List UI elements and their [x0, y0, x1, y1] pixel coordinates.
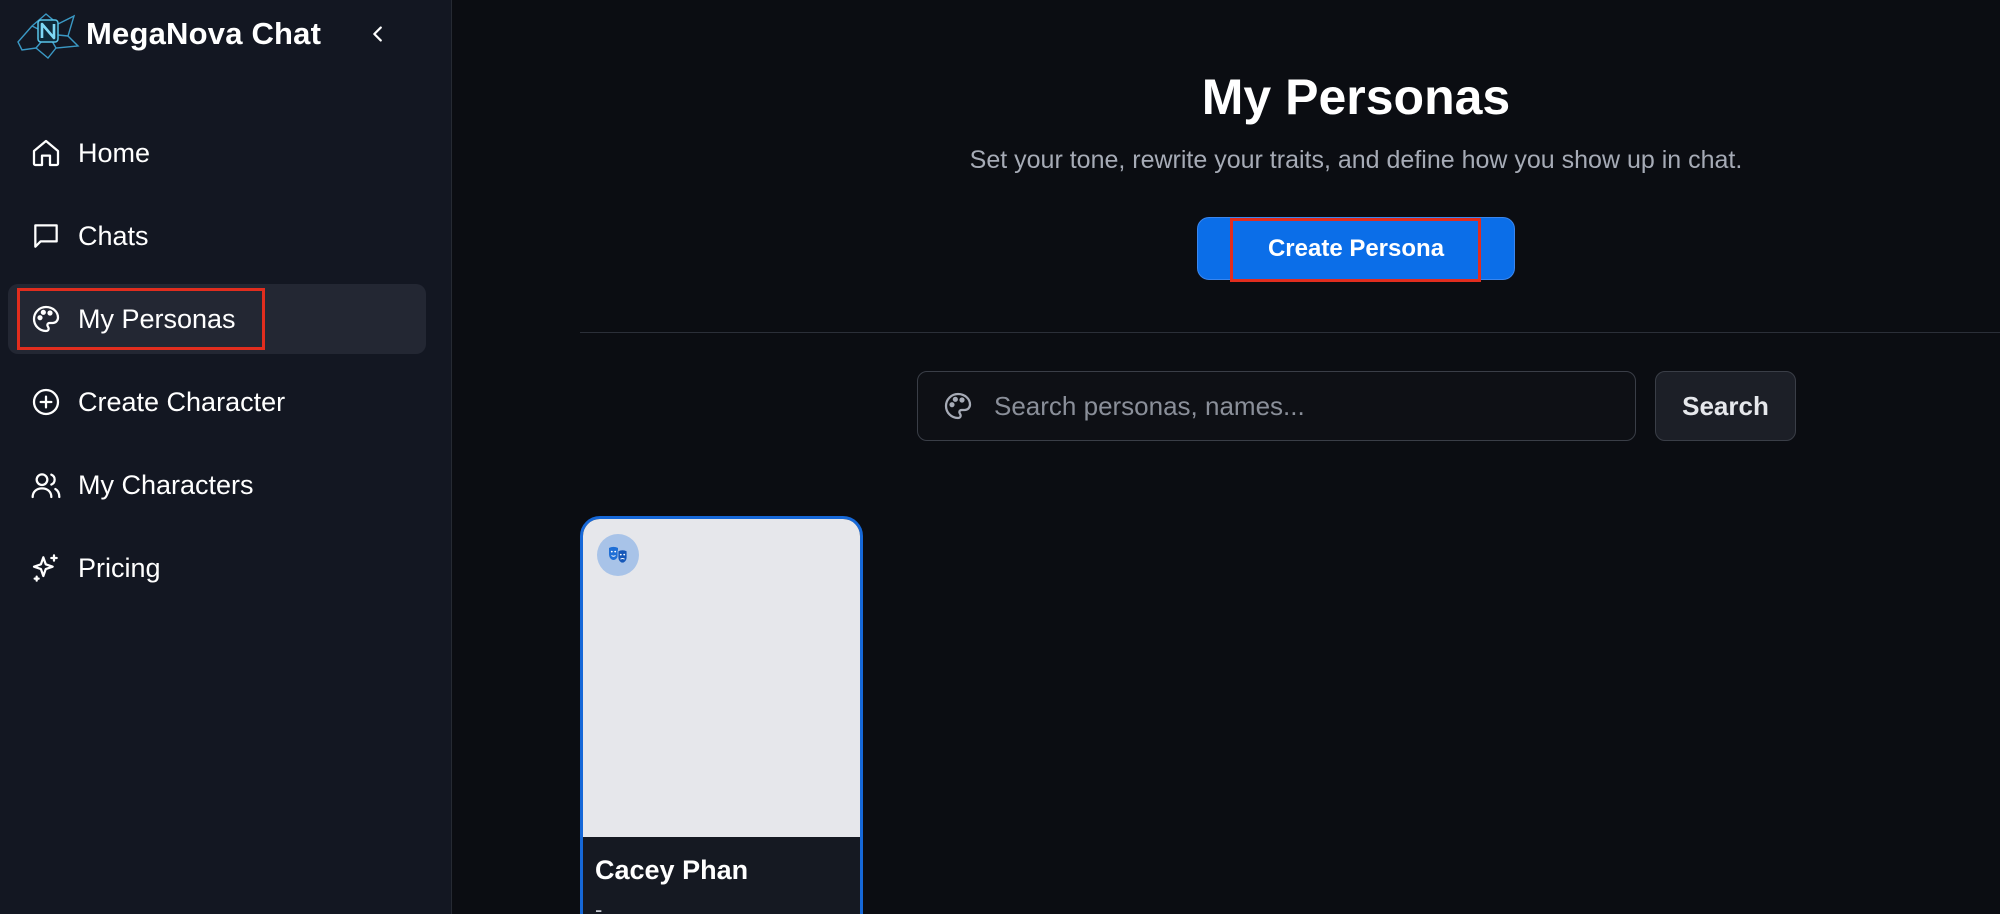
main-content: My Personas Set your tone, rewrite your … — [453, 0, 2000, 914]
palette-icon — [944, 392, 972, 420]
sparkles-icon — [32, 554, 58, 582]
collapse-sidebar-button[interactable] — [360, 16, 396, 52]
app-name: MegaNova Chat — [86, 16, 322, 51]
search-input[interactable] — [994, 390, 1635, 422]
sidebar-item-label: Pricing — [78, 552, 161, 583]
search-button[interactable]: Search — [1655, 371, 1796, 441]
sidebar-item-home[interactable]: Home — [8, 118, 426, 188]
persona-name: Cacey Phan — [595, 855, 749, 885]
theater-masks-icon — [609, 546, 628, 564]
divider — [580, 332, 2000, 333]
persona-card[interactable]: Cacey Phan - — [580, 516, 863, 914]
sidebar-item-my-characters[interactable]: My Characters — [8, 450, 426, 520]
home-icon — [32, 139, 60, 167]
chat-icon — [34, 224, 58, 248]
sidebar-item-label: My Personas — [78, 303, 236, 334]
page-title: My Personas — [1201, 69, 1511, 125]
page-subtitle: Set your tone, rewrite your traits, and … — [969, 146, 1743, 174]
plus-circle-icon — [32, 388, 60, 416]
sidebar: MegaNova Chat Home Chats My Personas Cre… — [0, 0, 452, 914]
persona-badge — [597, 534, 639, 576]
persona-description: - — [595, 897, 603, 914]
create-persona-button[interactable]: Create Persona — [1197, 217, 1515, 280]
chevron-left-icon — [373, 26, 382, 42]
sidebar-item-my-personas[interactable]: My Personas — [8, 284, 426, 354]
meganova-logo-icon — [17, 13, 80, 59]
sidebar-item-chats[interactable]: Chats — [8, 201, 426, 271]
sidebar-nav: Home Chats My Personas Create Character … — [8, 118, 426, 616]
app-root: MegaNova Chat Home Chats My Personas Cre… — [0, 0, 2000, 914]
search-box[interactable] — [917, 371, 1636, 441]
sidebar-item-create-character[interactable]: Create Character — [8, 367, 426, 437]
sidebar-item-label: My Characters — [78, 469, 254, 500]
sidebar-item-label: Chats — [78, 220, 149, 251]
sidebar-item-label: Home — [78, 137, 151, 168]
persona-image — [583, 519, 860, 837]
users-icon — [31, 473, 61, 499]
palette-icon — [32, 305, 60, 333]
sidebar-item-pricing[interactable]: Pricing — [8, 533, 426, 603]
sidebar-item-label: Create Character — [78, 386, 286, 417]
brand[interactable]: MegaNova Chat — [12, 8, 321, 60]
